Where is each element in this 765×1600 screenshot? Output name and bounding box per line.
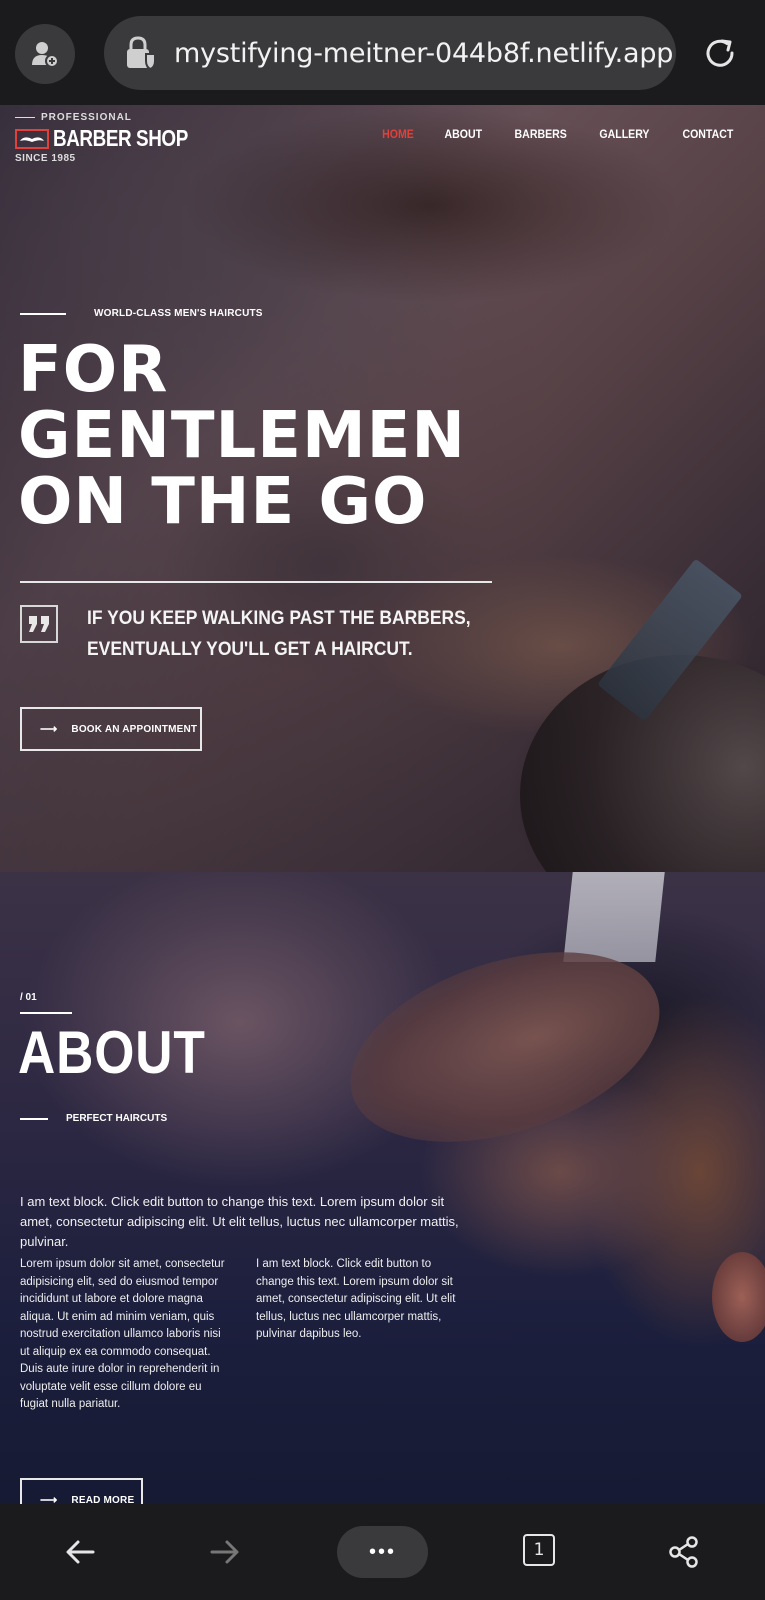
subtitle-line (20, 1117, 48, 1120)
share-icon[interactable] (666, 1534, 702, 1570)
profile-button[interactable] (15, 24, 75, 84)
more-dots-icon: ••• (368, 1540, 396, 1563)
section-number-line (20, 1012, 72, 1014)
subtitle-text: PERFECT HAIRCUTS (66, 1113, 168, 1124)
right-arrow-icon: ⟶ (40, 1493, 58, 1504)
hero-eyebrow: WORLD-CLASS MEN'S HAIRCUTS (20, 308, 263, 319)
main-nav: HOME ABOUT BARBERS GALLERY CONTACT (380, 127, 737, 141)
about-comb-shape (563, 872, 665, 962)
read-more-button[interactable]: ⟶ READ MORE (20, 1478, 143, 1504)
browser-top-bar: mystifying-meitner-044b8f.netlify.app (0, 0, 765, 105)
headline-line-2: GENTLEMEN (18, 399, 466, 473)
mustache-icon (15, 128, 49, 149)
quote-line-1: IF YOU KEEP WALKING PAST THE BARBERS, (87, 608, 471, 629)
url-text: mystifying-meitner-044b8f.netlify.app (174, 37, 674, 69)
nav-about[interactable]: ABOUT (445, 127, 483, 141)
about-section: / 01 ABOUT PERFECT HAIRCUTS I am text bl… (0, 872, 765, 1504)
site-logo[interactable]: PROFESSIONAL BARBER SHOP SINCE 1985 (15, 112, 217, 164)
eyebrow-text: WORLD-CLASS MEN'S HAIRCUTS (94, 308, 263, 319)
site-lock-icon[interactable] (122, 33, 162, 73)
address-bar[interactable]: mystifying-meitner-044b8f.netlify.app (104, 16, 676, 90)
more-menu-button[interactable]: ••• (337, 1526, 428, 1578)
about-column-2: I am text block. Click edit button to ch… (256, 1258, 456, 1340)
quote-line-2: EVENTUALLY YOU'LL GET A HAIRCUT. (87, 639, 413, 660)
about-title: ABOUT (18, 1019, 206, 1086)
eyebrow-line (20, 312, 66, 315)
nav-gallery[interactable]: GALLERY (600, 127, 650, 141)
tab-count-button[interactable]: 1 (523, 1534, 555, 1566)
nav-contact[interactable]: CONTACT (683, 127, 734, 141)
logo-tagline: PROFESSIONAL (15, 112, 217, 123)
nav-home[interactable]: HOME (382, 127, 414, 141)
book-appointment-button[interactable]: ⟶ BOOK AN APPOINTMENT (20, 707, 202, 751)
hero-quote: IF YOU KEEP WALKING PAST THE BARBERS, EV… (87, 603, 471, 665)
read-more-label: READ MORE (71, 1494, 135, 1505)
hero-divider (20, 581, 492, 583)
hero-section: PROFESSIONAL BARBER SHOP SINCE 1985 HOME… (0, 105, 765, 872)
headline-line-1: FOR (18, 333, 169, 407)
book-appointment-label: BOOK AN APPOINTMENT (71, 723, 198, 735)
browser-bottom-bar: ••• 1 (0, 1504, 765, 1600)
about-lead-text: I am text block. Click edit button to ch… (20, 1194, 459, 1249)
about-ear-shape (712, 1252, 765, 1342)
reload-icon[interactable] (700, 33, 740, 73)
hero-headline: FOR GENTLEMEN ON THE GO (18, 337, 466, 535)
quote-icon (20, 605, 58, 643)
nav-barbers[interactable]: BARBERS (515, 127, 567, 141)
back-arrow-icon[interactable] (63, 1534, 99, 1570)
headline-line-3: ON THE GO (18, 465, 428, 539)
profile-add-icon (32, 42, 59, 68)
logo-name: BARBER SHOP (53, 125, 188, 151)
logo-since: SINCE 1985 (15, 153, 76, 164)
about-subtitle: PERFECT HAIRCUTS (20, 1113, 167, 1124)
forward-arrow-icon[interactable] (206, 1534, 242, 1570)
tab-count: 1 (533, 1540, 545, 1560)
right-arrow-icon: ⟶ (40, 722, 58, 736)
about-column-1: Lorem ipsum dolor sit amet, consectetur … (20, 1258, 225, 1410)
section-number: / 01 (20, 992, 37, 1003)
